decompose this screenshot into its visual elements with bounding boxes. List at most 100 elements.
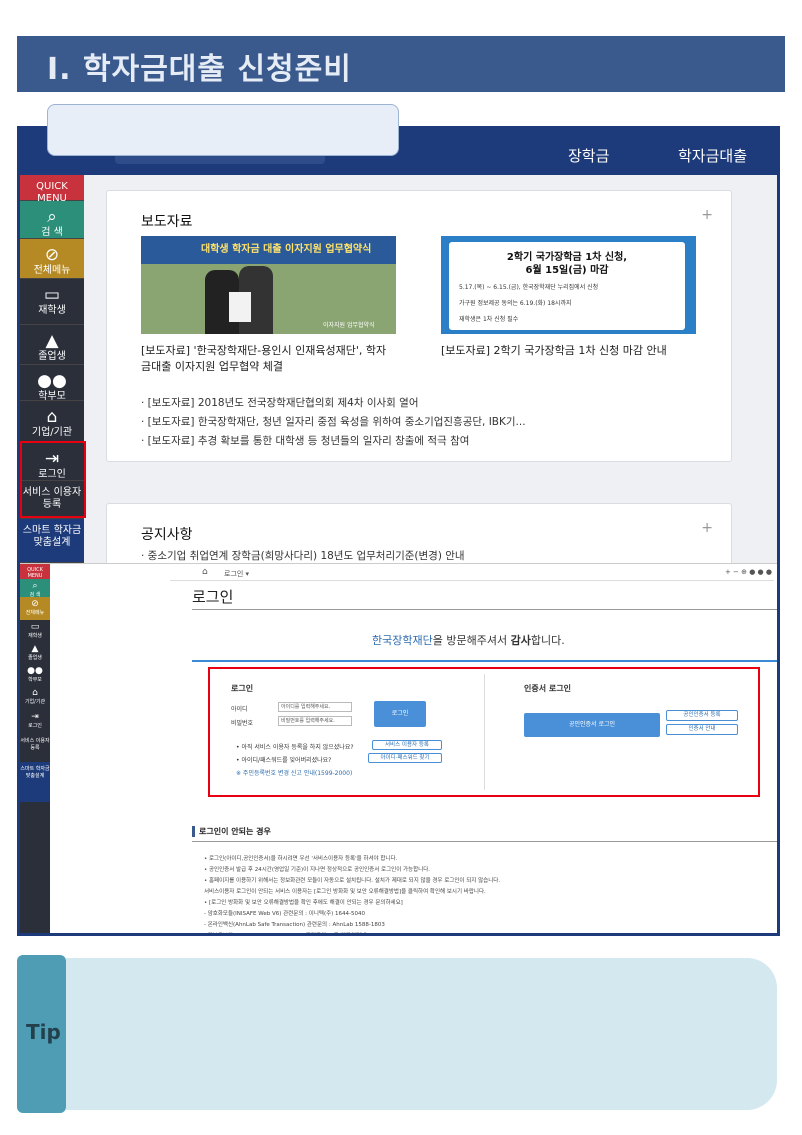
breadcrumb-login[interactable]: 로그인 ▾ [224,569,249,579]
browser-toolbar: ⌂ 로그인 ▾ + − ⊕ ● ● ● [170,567,774,581]
quick-menu-item[interactable]: QUICK MENU [20,175,84,204]
users-icon: ●● [27,666,43,676]
quick-menu-item[interactable]: ⌂ 기업/기관 [20,401,84,443]
search-icon: ⌕ [47,207,57,227]
fail-section-title: 로그인이 안되는 경우 [192,826,271,837]
graduation-cap-icon: ▲ [45,331,59,351]
welcome-mid: 을 방문해주셔서 [432,634,511,647]
quick-menu-item[interactable]: 서비스 이용자 등록 [20,734,50,762]
fail-info-item: • [로그인 방화화 및 보안 오류해결방법을 확인 후에도 해결이 안되는 경… [204,900,403,906]
press-list-item[interactable]: · [보도자료] 추경 확보를 통한 대학생 등 청년들의 일자리 창출에 적극… [141,433,469,448]
book-icon: ▭ [30,622,40,632]
notice-title: 공지사항 [141,527,193,543]
compass-icon: ⊘ [44,245,60,265]
section-header: Ⅰ. 학자금대출 신청준비 [17,36,785,92]
quick-menu-item[interactable]: ⊘ 전체메뉴 [20,597,50,620]
homepage: 장학금 학자금대출 QUICK MENU ⌕ 검 색 ⊘ 전체메뉴 ▭ 재학생 ▲ 졸업생 ●● 학… [20,129,777,563]
quick-menu-label: 스마트 학자금 맞춤설계 [22,525,82,548]
toolbar-actions[interactable]: + − ⊕ ● ● ● [725,568,772,576]
press-list-item[interactable]: · [보도자료] 2018년도 전국장학재단협의회 제4차 이사회 열어 [141,395,418,410]
login-quick-menu: QUICK MENU ⌕ 검 색 ⊘ 전체메뉴 ▭ 재학생 ▲ 졸업생 ●● 학부모 ⌂ 기업/기관 ⇥ 로… [20,564,50,933]
quick-menu-item[interactable]: ●● 학부모 [20,664,50,686]
news-caption-1[interactable]: [보도자료] '한국장학재단-용인시 인재육성재단', 학자금대출 이자지원 업… [141,343,396,375]
quick-menu-label: 졸업생 [28,655,42,661]
quick-menu-label: QUICK MENU [27,567,43,579]
quick-menu-label: 학부모 [28,677,42,683]
quick-menu-label: 전체메뉴 [33,265,71,276]
notice-more-icon[interactable]: + [701,520,713,536]
fail-info-item: • 로그인(아이디,공인인증서)을 하시려면 우선 '서비스이용자 등록'을 하… [204,856,398,862]
news-caption-2[interactable]: [보도자료] 2학기 국가장학금 1차 신청 마감 안내 [441,343,696,359]
quick-menu-item[interactable]: ⊘ 전체메뉴 [20,239,84,279]
divider-blue [192,660,777,662]
quick-menu-item[interactable]: ●● 학부모 [20,365,84,402]
notice-list-item[interactable]: · 중소기업 취업연계 장학금(희망사다리) 18년도 업무처리기준(변경) 안… [141,548,465,563]
login-icon: ⇥ [31,712,39,722]
press-panel: 보도자료 + 대학생 학자금 대출 이자지원 업무협약식 이자지원 업무협약식 … [106,190,732,462]
quick-menu-item[interactable]: ▲ 졸업생 [20,642,50,664]
quick-menu-label: 재학생 [38,305,66,316]
quick-menu-item[interactable]: ⇥ 로그인 [20,710,50,734]
press-title: 보도자료 [141,214,193,230]
screenshot-frame: 장학금 학자금대출 QUICK MENU ⌕ 검 색 ⊘ 전체메뉴 ▭ 재학생 ▲ 졸업생 ●● 학… [17,126,780,936]
divider [192,841,777,842]
welcome-suffix: 합니다. [530,634,565,647]
news-image-2-item: 재학생은 1차 신청 필수 [459,316,519,323]
quick-menu-label: 재학생 [28,633,42,639]
fail-info-item: - 키보드보안(nProtect Online Security) 관련문의 :… [204,931,398,933]
welcome-message: 한국장학재단을 방문해주셔서 감사합니다. [372,632,565,648]
news-image-2[interactable]: 2학기 국가장학금 1차 신청, 6월 15일(금) 마감 5.17.(목) ~… [441,236,696,334]
press-more-icon[interactable]: + [701,207,713,223]
quick-menu-item[interactable]: ▲ 졸업생 [20,325,84,365]
welcome-bold: 감사 [510,634,531,647]
fail-info-item: 서비스이용자 로그인이 안되는 서비스 이용자는 [로그인 방화화 및 보안 오… [204,889,486,895]
nav-student-loan[interactable]: 학자금대출 [678,145,747,166]
quick-menu-item[interactable]: ⌕ 검 색 [20,201,84,239]
news-image-1-caption: 이자지원 업무협약식 [323,322,375,329]
fail-info-item: • 공인인증서 발급 후 24시간(영업일 기준)이 지나면 정상적으로 공인인… [204,867,431,873]
nav-scholarship[interactable]: 장학금 [568,145,609,166]
quick-menu-label: 스마트 학자금 맞춤설계 [20,766,50,779]
book-icon: ▭ [43,285,61,305]
bank-icon: ⌂ [46,407,58,427]
section-title: Ⅰ. 학자금대출 신청준비 [47,52,352,87]
press-list-item[interactable]: · [보도자료] 한국장학재단, 청년 일자리 중점 육성을 위하여 중소기업진… [141,414,526,429]
quick-menu-label: 기업/기관 [24,699,46,705]
news-image-2-item: 5.17.(목) ~ 6.15.(금), 한국장학재단 누리집에서 신청 [459,284,599,291]
news-image-2-line2: 6월 15일(금) 마감 [525,265,609,276]
bank-icon: ⌂ [32,688,38,698]
news-image-1[interactable]: 대학생 학자금 대출 이자지원 업무협약식 이자지원 업무협약식 [141,236,396,334]
search-icon: ⌕ [32,581,38,591]
home-icon[interactable]: ⌂ [202,567,208,577]
quick-menu-item[interactable]: 스마트 학자금 맞춤설계 [20,762,50,802]
users-icon: ●● [37,371,67,391]
quick-menu-label: 전체메뉴 [25,610,45,616]
login-page: QUICK MENU ⌕ 검 색 ⊘ 전체메뉴 ▭ 재학생 ▲ 졸업생 ●● 학부모 ⌂ 기업/기관 ⇥ 로… [20,563,777,933]
quick-menu-item[interactable]: ⌕ 검 색 [20,579,50,598]
quick-menu-item[interactable]: ▭ 재학생 [20,279,84,325]
compass-icon: ⊘ [31,599,39,609]
quick-menu-item[interactable]: ▭ 재학생 [20,620,50,642]
tip-label: Tip [26,1020,61,1044]
quick-menu-label: 기업/기관 [31,427,73,438]
subtitle-tab [47,104,399,156]
quick-menu-label: 졸업생 [38,351,66,362]
quick-menu-label: 검 색 [41,227,63,238]
welcome-org: 한국장학재단 [372,634,433,647]
quick-menu-label: 로그인 [28,723,42,729]
fail-info-item: - 온라인백신(AhnLab Safe Transaction) 관련문의 : … [204,922,385,928]
news-image-1-banner: 대학생 학자금 대출 이자지원 업무협약식 [201,244,372,255]
fail-info-item: • 홈페이지를 이용하기 위해서는 정보화관련 모듈이 자동으로 설치됩니다. … [204,878,501,884]
notice-panel: 공지사항 + · 중소기업 취업연계 장학금(희망사다리) 18년도 업무처리기… [106,503,732,563]
login-page-title: 로그인 [192,588,234,606]
divider [192,609,777,610]
quick-menu-item[interactable]: ⌂ 기업/기관 [20,686,50,710]
fail-info-item: - 암호화모듈(INISAFE Web V6) 관련문의 : 이니텍(주) 16… [204,911,366,917]
quick-menu-label: 서비스 이용자 등록 [20,738,50,751]
news-image-2-item: 가구원 정보제공 동의는 6.19.(화) 18시까지 [459,300,572,307]
tip-box [66,958,777,1110]
highlight-login-menu [20,441,86,518]
graduation-cap-icon: ▲ [31,644,39,654]
quick-menu-item[interactable]: QUICK MENU [20,564,50,579]
quick-menu-item[interactable]: 스마트 학자금 맞춤설계 [20,519,84,563]
